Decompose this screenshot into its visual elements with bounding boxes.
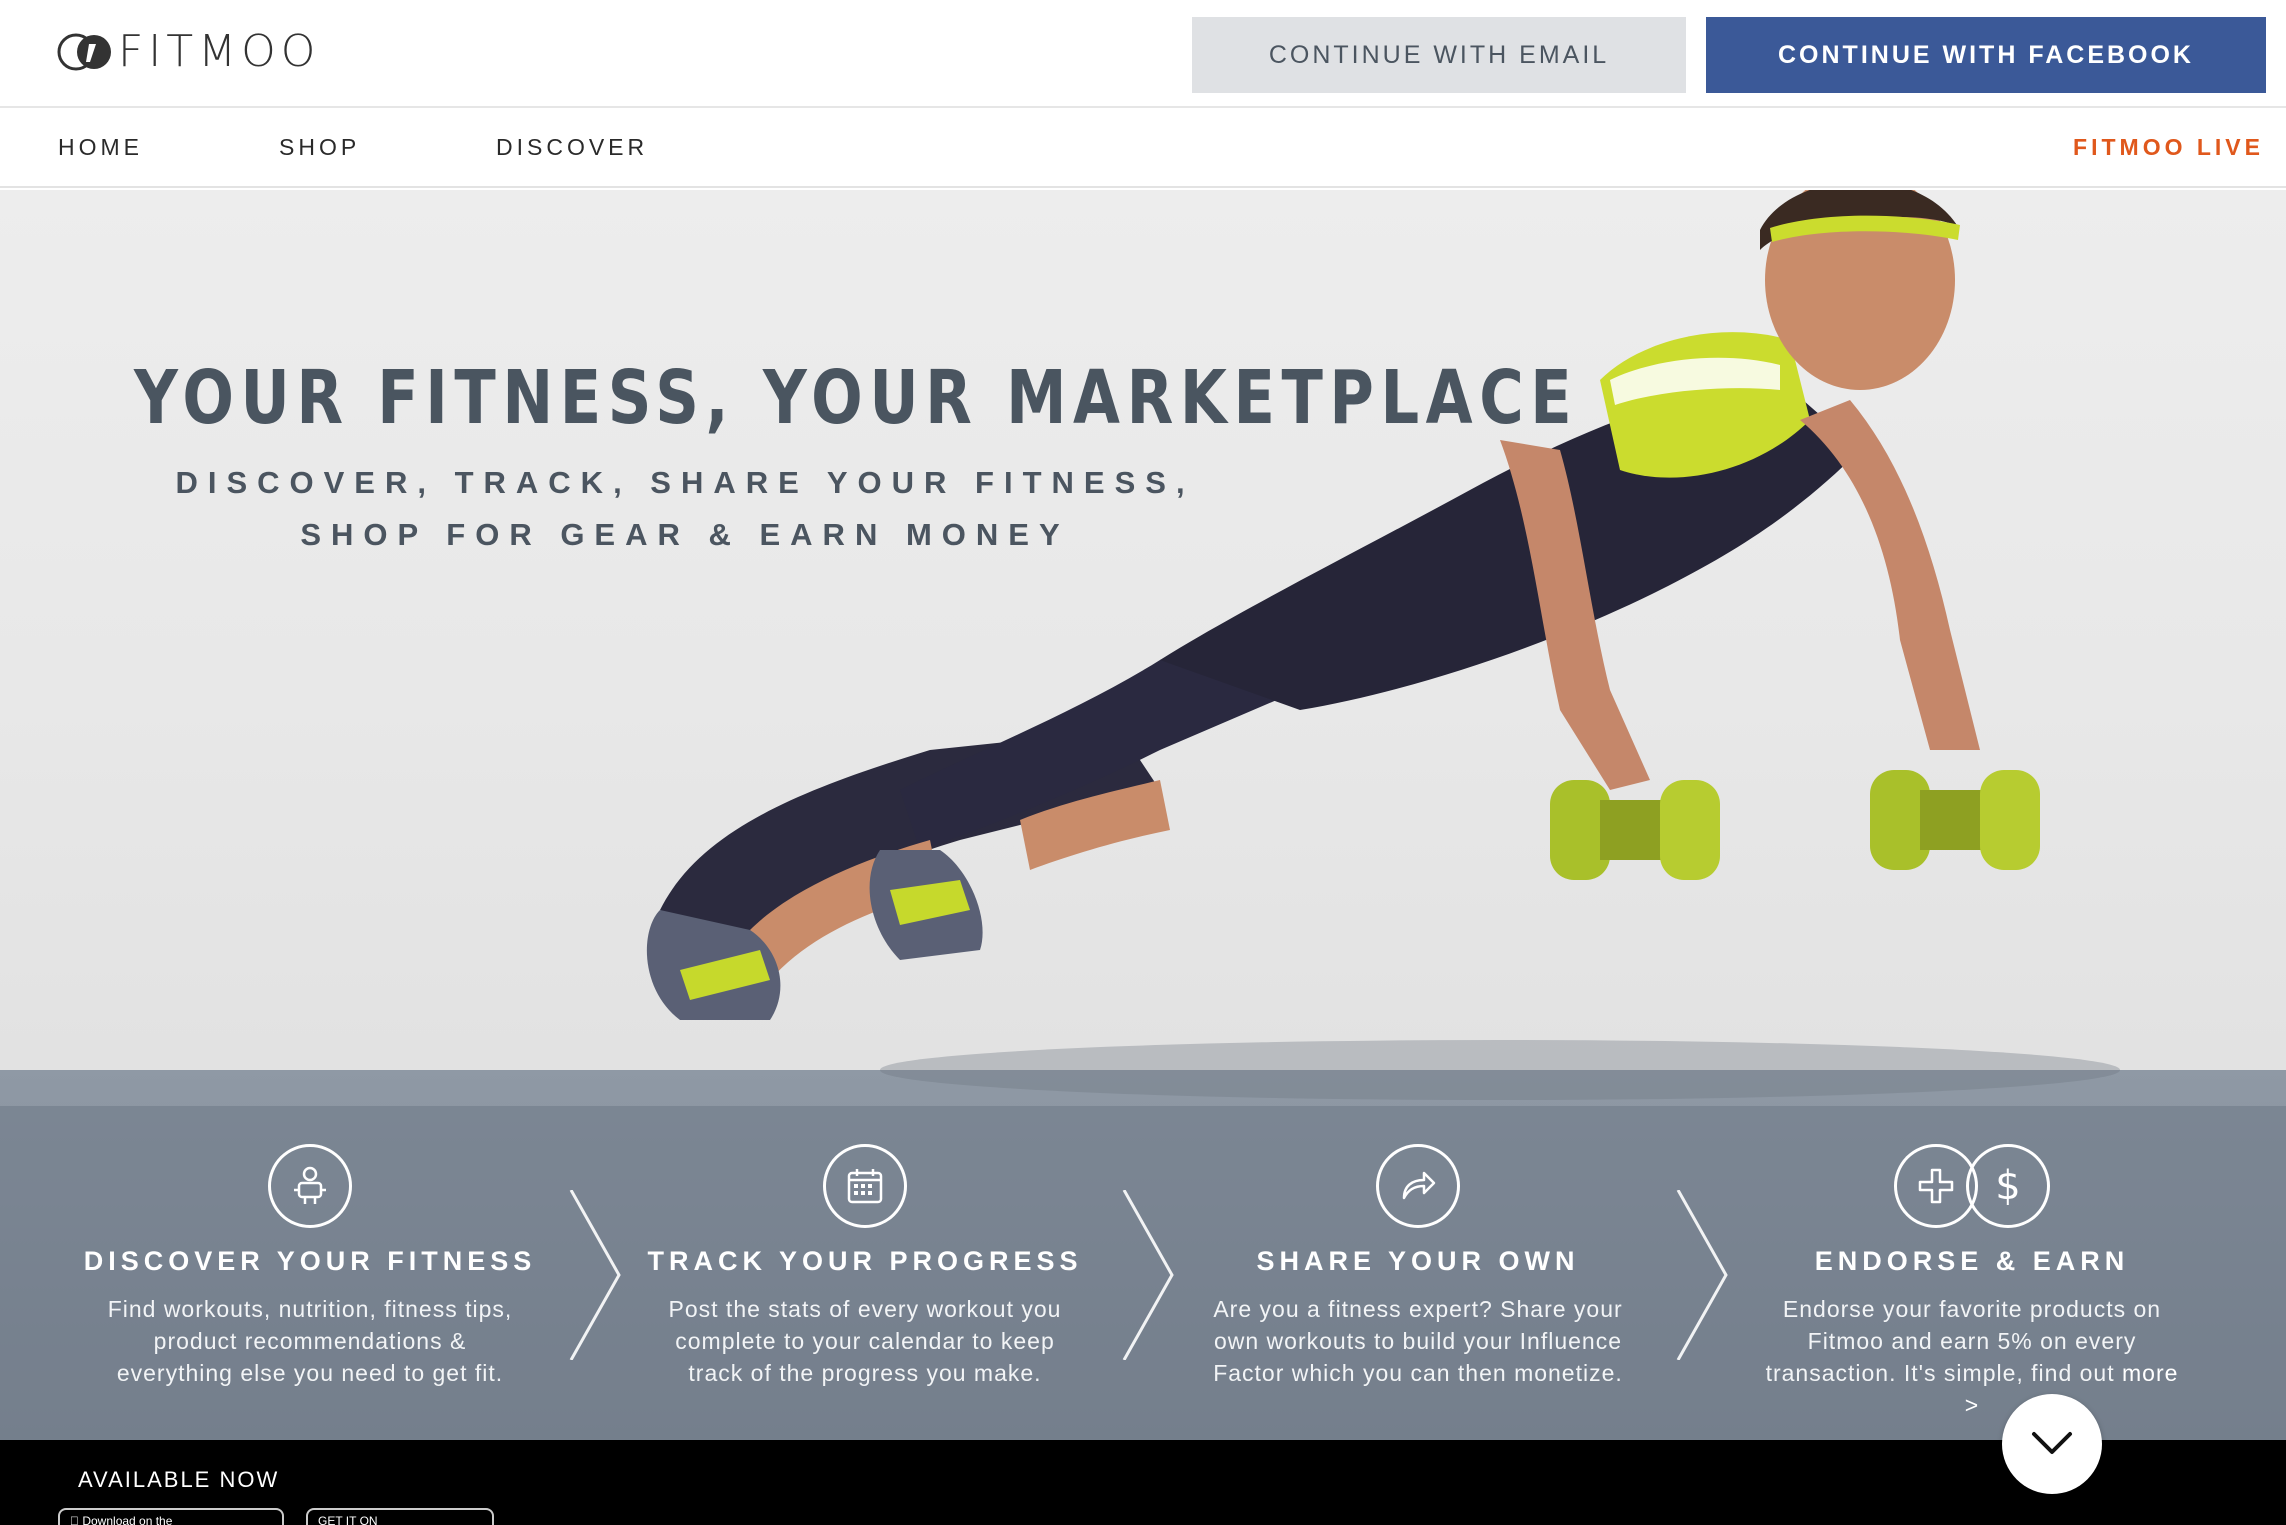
google-play-text: GET IT ON [318,1514,378,1525]
continue-with-facebook-button[interactable]: CONTINUE WITH FACEBOOK [1706,17,2266,93]
app-store-text: Download on the [70,1514,172,1525]
app-store-badge[interactable]:  Download on the [58,1508,284,1525]
feature-track: TRACK YOUR PROGRESS Post the stats of ev… [625,1106,1105,1389]
hero-headline: YOUR FITNESS, YOUR MARKETPLACE [134,355,1579,441]
nav-shop-link[interactable]: SHOP [279,134,360,161]
feature-endorse-title: ENDORSE & EARN [1814,1246,2130,1276]
feature-discover-description: Find workouts, nutrition, fitness tips, … [107,1296,513,1386]
google-play-badge[interactable]: GET IT ON [306,1508,494,1525]
calendar-icon [823,1144,907,1228]
feature-endorse-text: Endorse your favorite products on Fitmoo… [1765,1296,2162,1386]
chevron-right-icon [569,1190,621,1360]
logo-text: FITMOO [118,26,321,77]
apple-icon:  [70,1514,79,1525]
hero-subline-1: DISCOVER, TRACK, SHARE YOUR FITNESS, [175,465,1195,500]
nav-discover-link[interactable]: DISCOVER [496,134,648,161]
hero-subline-2: SHOP FOR GEAR & EARN MONEY [300,517,1070,552]
share-icon [1376,1144,1460,1228]
nav-home-link[interactable]: HOME [58,134,143,161]
scroll-down-button[interactable] [2002,1394,2102,1494]
feature-track-title: TRACK YOUR PROGRESS [647,1246,1083,1276]
available-now-label: AVAILABLE NOW [78,1467,280,1492]
main-nav: HOME SHOP DISCOVER FITMOO LIVE [0,110,2286,188]
feature-share-title: SHARE YOUR OWN [1256,1246,1580,1276]
person-icon [268,1144,352,1228]
feature-discover-title: DISCOVER YOUR FITNESS [83,1246,537,1276]
feature-discover: DISCOVER YOUR FITNESS Find workouts, nut… [70,1106,550,1389]
dollar-icon: $ [1966,1144,2050,1228]
feature-share: SHARE YOUR OWN Are you a fitness expert?… [1178,1106,1658,1389]
feature-track-description: Post the stats of every workout you comp… [668,1296,1062,1386]
continue-with-email-button[interactable]: CONTINUE WITH EMAIL [1192,17,1686,93]
plus-dollar-icon: $ [1894,1144,2050,1228]
fitmoo-logo[interactable]: FITMOO [56,28,320,76]
athlete-pushup-image [646,190,2120,1100]
chevron-right-icon [1122,1190,1174,1360]
top-header: FITMOO CONTINUE WITH EMAIL CONTINUE WITH… [0,0,2286,108]
chevron-right-icon [1676,1190,1728,1360]
footer-bar: AVAILABLE NOW  Download on the GET IT O… [0,1440,2286,1525]
fitmoo-logo-icon [57,33,111,71]
feature-share-description: Are you a fitness expert? Share your own… [1213,1296,1623,1386]
nav-fitmoo-live-link[interactable]: FITMOO LIVE [2073,134,2264,161]
feature-endorse-description: Endorse your favorite products on Fitmoo… [1732,1293,2212,1421]
feature-endorse: $ ENDORSE & EARN Endorse your favorite p… [1732,1106,2212,1421]
chevron-down-icon [2032,1432,2072,1454]
